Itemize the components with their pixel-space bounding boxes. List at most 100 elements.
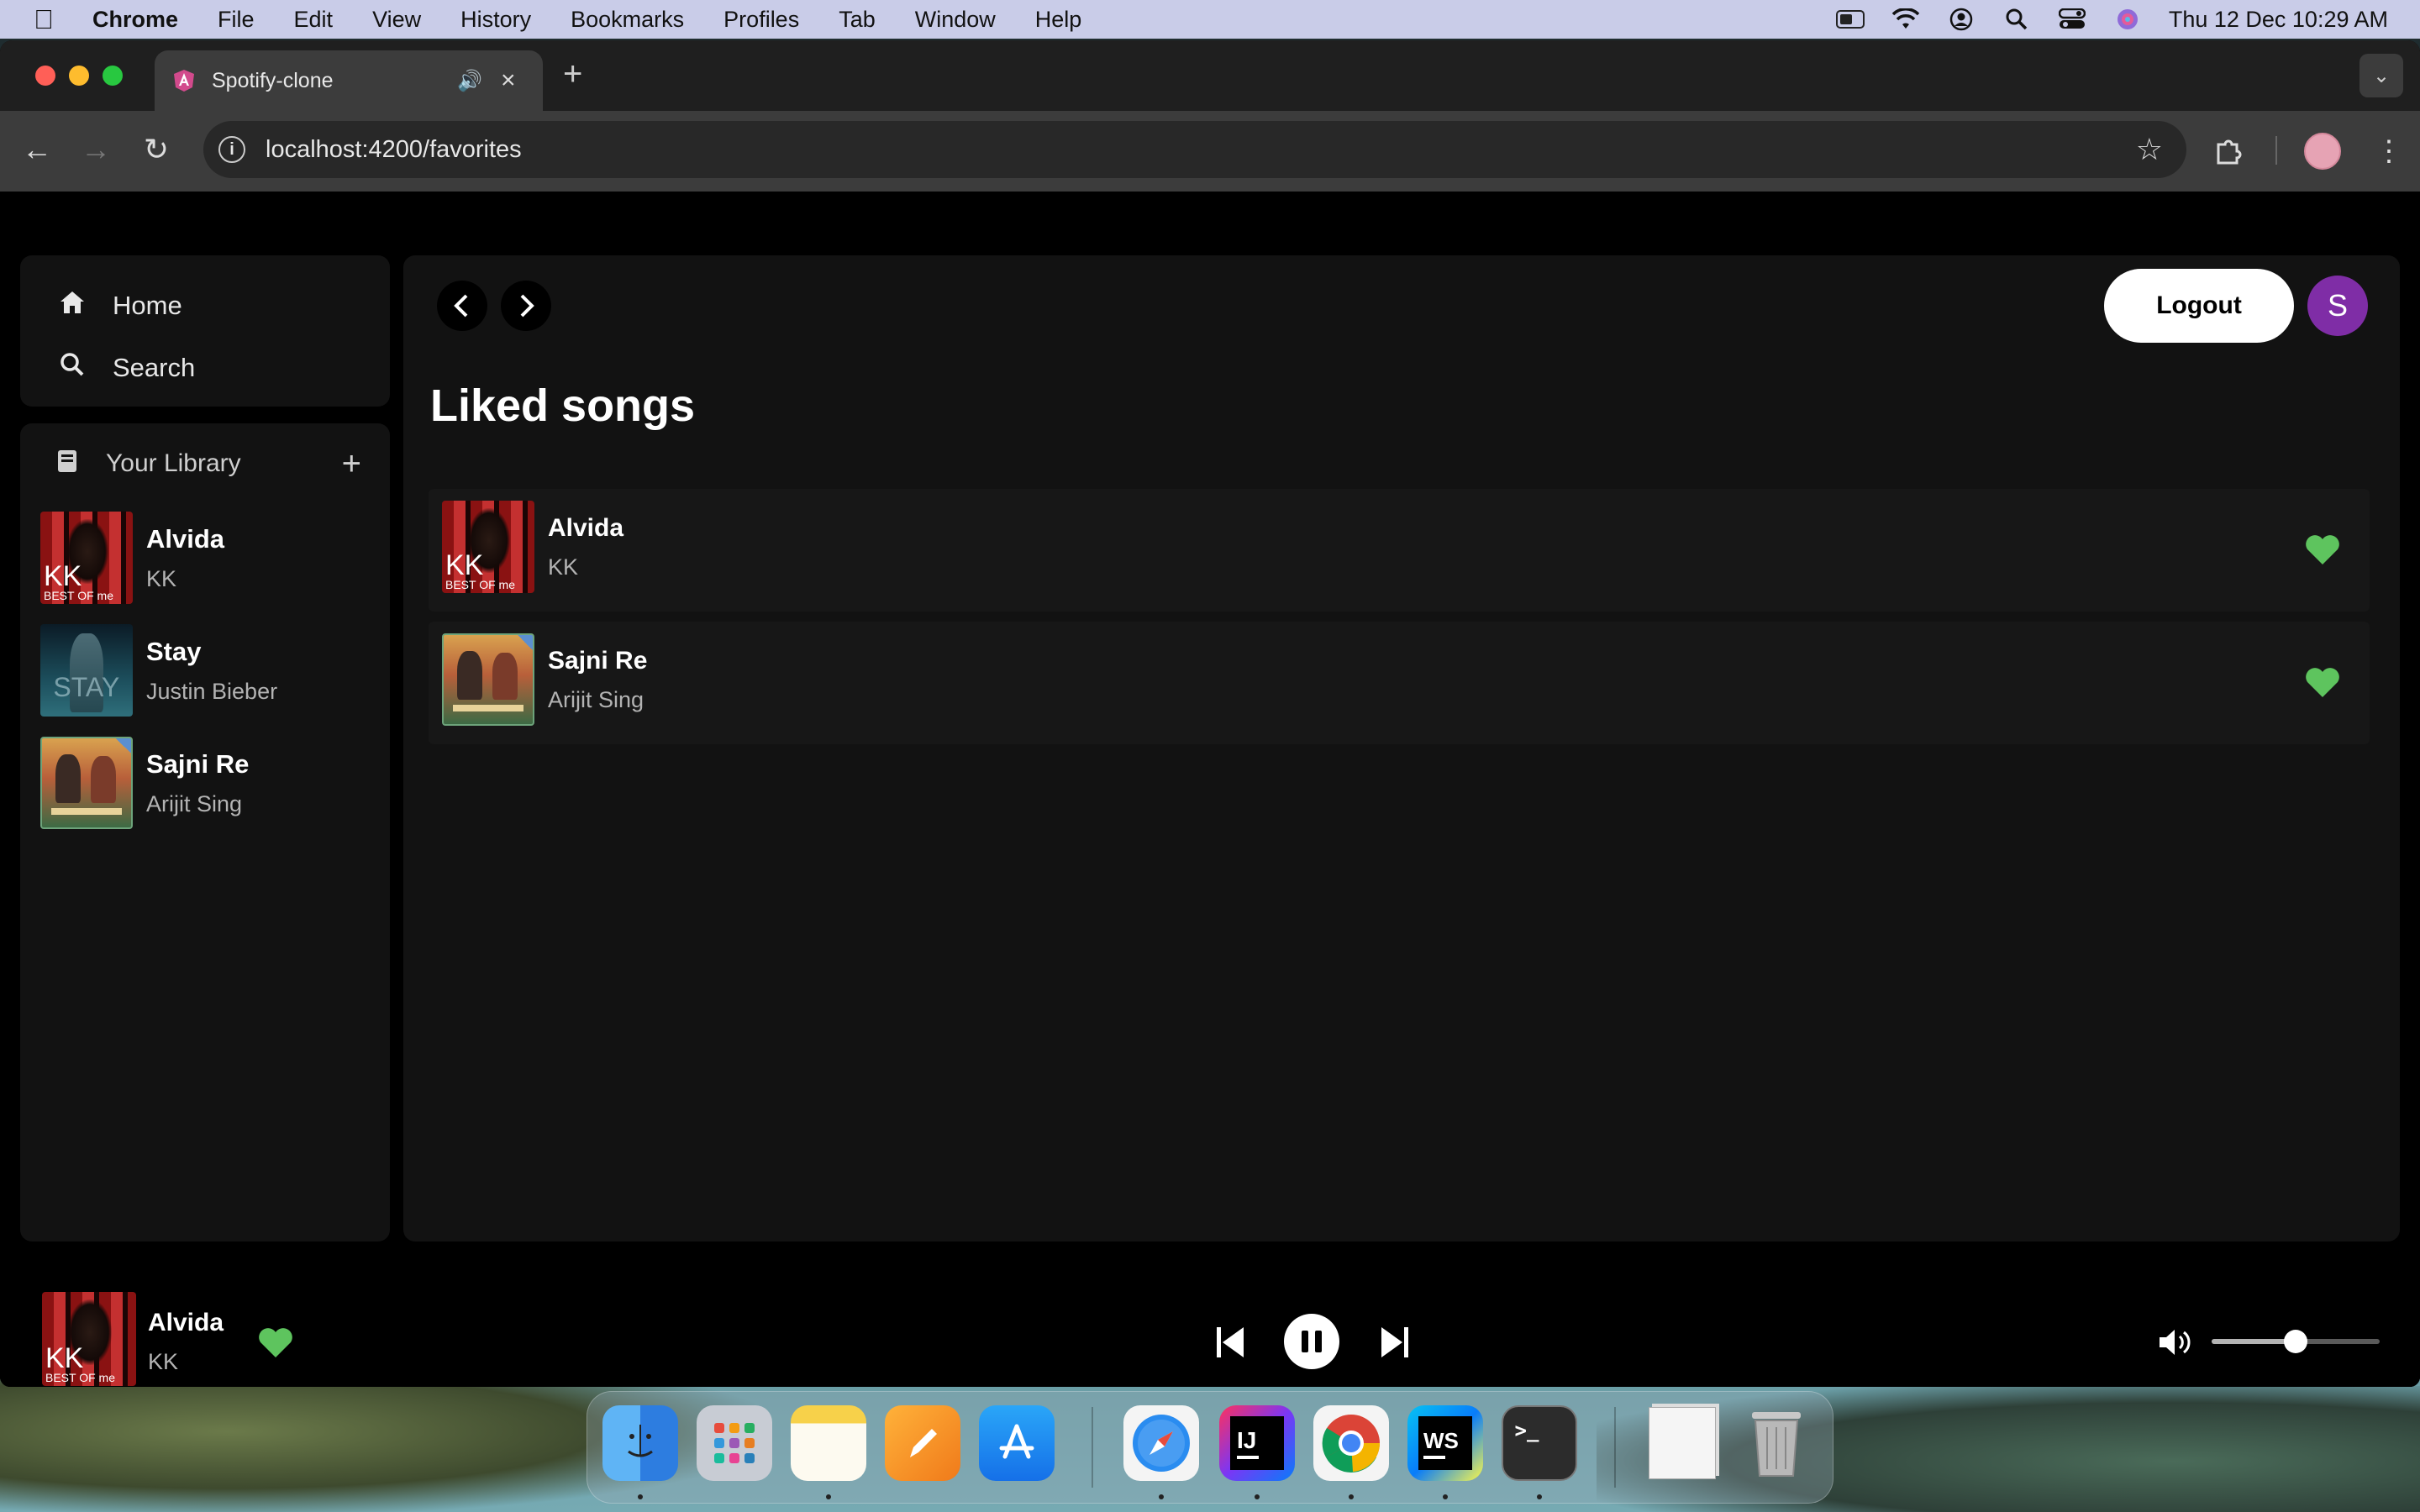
liked-heart-icon[interactable] <box>257 1326 294 1359</box>
finder-icon[interactable] <box>602 1405 678 1481</box>
chrome-icon[interactable] <box>1313 1405 1389 1481</box>
new-tab-button[interactable]: + <box>563 55 582 93</box>
sidebar-item-label: Search <box>113 353 196 382</box>
browser-toolbar: ← → ↻ i localhost:4200/favorites ☆ ⋮ <box>0 111 2420 192</box>
home-icon <box>57 290 87 322</box>
library-item-sajni-re[interactable]: Sajni Re Arijit Sing <box>40 736 376 830</box>
song-row-alvida[interactable]: KK BEST OF me Alvida KK <box>429 489 2370 612</box>
menu-window[interactable]: Window <box>915 7 996 33</box>
tab-audio-icon[interactable]: 🔊 <box>457 69 482 93</box>
battery-icon[interactable] <box>1835 8 1865 31</box>
volume-slider[interactable] <box>2212 1330 2380 1353</box>
tab-close-icon[interactable]: × <box>501 66 523 95</box>
library-item-title: Stay <box>146 636 202 666</box>
library-panel: Your Library + KK BEST OF me Alvida KK S… <box>20 423 390 1242</box>
volume-thumb[interactable] <box>2284 1330 2307 1353</box>
sidebar-item-search[interactable]: Search <box>57 343 195 393</box>
spotify-app: Home Search Your Library + KK BEST OF me… <box>0 192 2420 1387</box>
pages-icon[interactable] <box>885 1405 960 1481</box>
library-item-artist: KK <box>146 565 177 591</box>
tab-search-chevron-icon[interactable]: ⌄ <box>2360 54 2403 97</box>
menu-bookmarks[interactable]: Bookmarks <box>571 7 684 33</box>
menubar-clock[interactable]: Thu 12 Dec 10:29 AM <box>2169 7 2388 33</box>
liked-heart-icon[interactable] <box>2304 665 2341 699</box>
skip-previous-icon[interactable] <box>1213 1324 1247 1361</box>
browser-window: Spotify-clone 🔊 × + ⌄ ← → ↻ i localhost:… <box>0 40 2420 1387</box>
forward-chevron-icon[interactable] <box>501 281 551 331</box>
apple-menu-icon[interactable]:  <box>34 4 64 35</box>
wifi-icon[interactable] <box>1891 8 1920 31</box>
control-center-icon[interactable] <box>2058 8 2086 31</box>
menu-app-name[interactable]: Chrome <box>92 7 178 33</box>
url-text[interactable]: localhost:4200/favorites <box>266 136 522 164</box>
volume-icon[interactable] <box>2156 1326 2195 1359</box>
back-arrow-icon[interactable]: ← <box>18 131 55 168</box>
safari-icon[interactable] <box>1123 1405 1199 1481</box>
song-row-sajni-re[interactable]: Sajni Re Arijit Sing <box>429 622 2370 744</box>
library-item-artist: Justin Bieber <box>146 678 278 704</box>
menu-profiles[interactable]: Profiles <box>723 7 799 33</box>
library-icon <box>55 449 81 480</box>
menu-edit[interactable]: Edit <box>294 7 334 33</box>
menubar-status-area: Thu 12 Dec 10:29 AM <box>1835 0 2388 39</box>
menu-tab[interactable]: Tab <box>839 7 876 33</box>
now-playing-album-art: KK BEST OF me <box>42 1292 136 1386</box>
library-item-artist: Arijit Sing <box>146 790 243 816</box>
song-artist: KK <box>548 554 579 580</box>
sidebar-item-home[interactable]: Home <box>57 281 182 331</box>
toolbar-divider <box>2275 136 2277 165</box>
skip-next-icon[interactable] <box>1378 1324 1412 1361</box>
fullscreen-window-button[interactable] <box>103 66 123 86</box>
song-artist: Arijit Sing <box>548 687 644 712</box>
tab-spotify-clone[interactable]: Spotify-clone 🔊 × <box>155 50 543 111</box>
menu-history[interactable]: History <box>460 7 531 33</box>
angular-favicon-icon <box>174 70 194 92</box>
add-playlist-button[interactable]: + <box>342 445 361 483</box>
site-info-icon[interactable]: i <box>218 136 245 163</box>
library-title: Your Library <box>106 449 241 477</box>
logout-button[interactable]: Logout <box>2104 269 2294 343</box>
spotlight-search-icon[interactable] <box>2002 8 2031 31</box>
library-item-title: Sajni Re <box>146 748 250 779</box>
webstorm-icon[interactable]: WS <box>1407 1405 1483 1481</box>
app-store-icon[interactable] <box>979 1405 1055 1481</box>
pause-button[interactable] <box>1284 1314 1339 1369</box>
album-art: KK BEST OF me <box>40 512 133 604</box>
documents-stack-icon[interactable] <box>1644 1405 1720 1481</box>
intellij-idea-icon[interactable]: IJ <box>1219 1405 1295 1481</box>
trash-icon[interactable] <box>1739 1405 1814 1481</box>
back-chevron-icon[interactable] <box>437 281 487 331</box>
bookmark-star-icon[interactable]: ☆ <box>2136 132 2163 167</box>
library-item-alvida[interactable]: KK BEST OF me Alvida KK <box>40 511 376 605</box>
terminal-icon[interactable]: >_ <box>1502 1405 1577 1481</box>
tab-title: Spotify-clone <box>212 68 334 92</box>
user-account-icon[interactable] <box>1947 8 1975 31</box>
notes-icon[interactable] <box>791 1405 866 1481</box>
sidebar-item-label: Home <box>113 291 182 320</box>
chrome-menu-icon[interactable]: ⋮ <box>2375 126 2403 176</box>
launchpad-icon[interactable] <box>697 1405 772 1481</box>
liked-heart-icon[interactable] <box>2304 533 2341 566</box>
menu-file[interactable]: File <box>218 7 255 33</box>
profile-avatar[interactable] <box>2304 126 2341 176</box>
library-header[interactable]: Your Library + <box>55 442 375 486</box>
tab-strip: Spotify-clone 🔊 × + ⌄ <box>0 40 2420 111</box>
mac-dock: IJ WS >_ <box>587 1391 1833 1504</box>
forward-arrow-icon[interactable]: → <box>77 131 114 168</box>
search-icon <box>57 352 87 384</box>
now-playing-artist: KK <box>148 1349 179 1374</box>
close-window-button[interactable] <box>35 66 55 86</box>
minimize-window-button[interactable] <box>69 66 89 86</box>
song-title: Alvida <box>548 514 624 542</box>
extensions-icon[interactable] <box>2213 126 2244 176</box>
library-item-stay[interactable]: STAY Stay Justin Bieber <box>40 623 376 717</box>
menu-view[interactable]: View <box>372 7 421 33</box>
avatar[interactable]: S <box>2307 276 2368 336</box>
menu-help[interactable]: Help <box>1035 7 1082 33</box>
sidebar-nav-panel: Home Search <box>20 255 390 407</box>
album-art: STAY <box>40 624 133 717</box>
reload-icon[interactable]: ↻ <box>138 131 175 168</box>
address-bar[interactable]: i localhost:4200/favorites ☆ <box>203 121 2186 178</box>
mac-menu-bar:  Chrome File Edit View History Bookmark… <box>0 0 2420 39</box>
siri-icon[interactable] <box>2113 8 2142 31</box>
